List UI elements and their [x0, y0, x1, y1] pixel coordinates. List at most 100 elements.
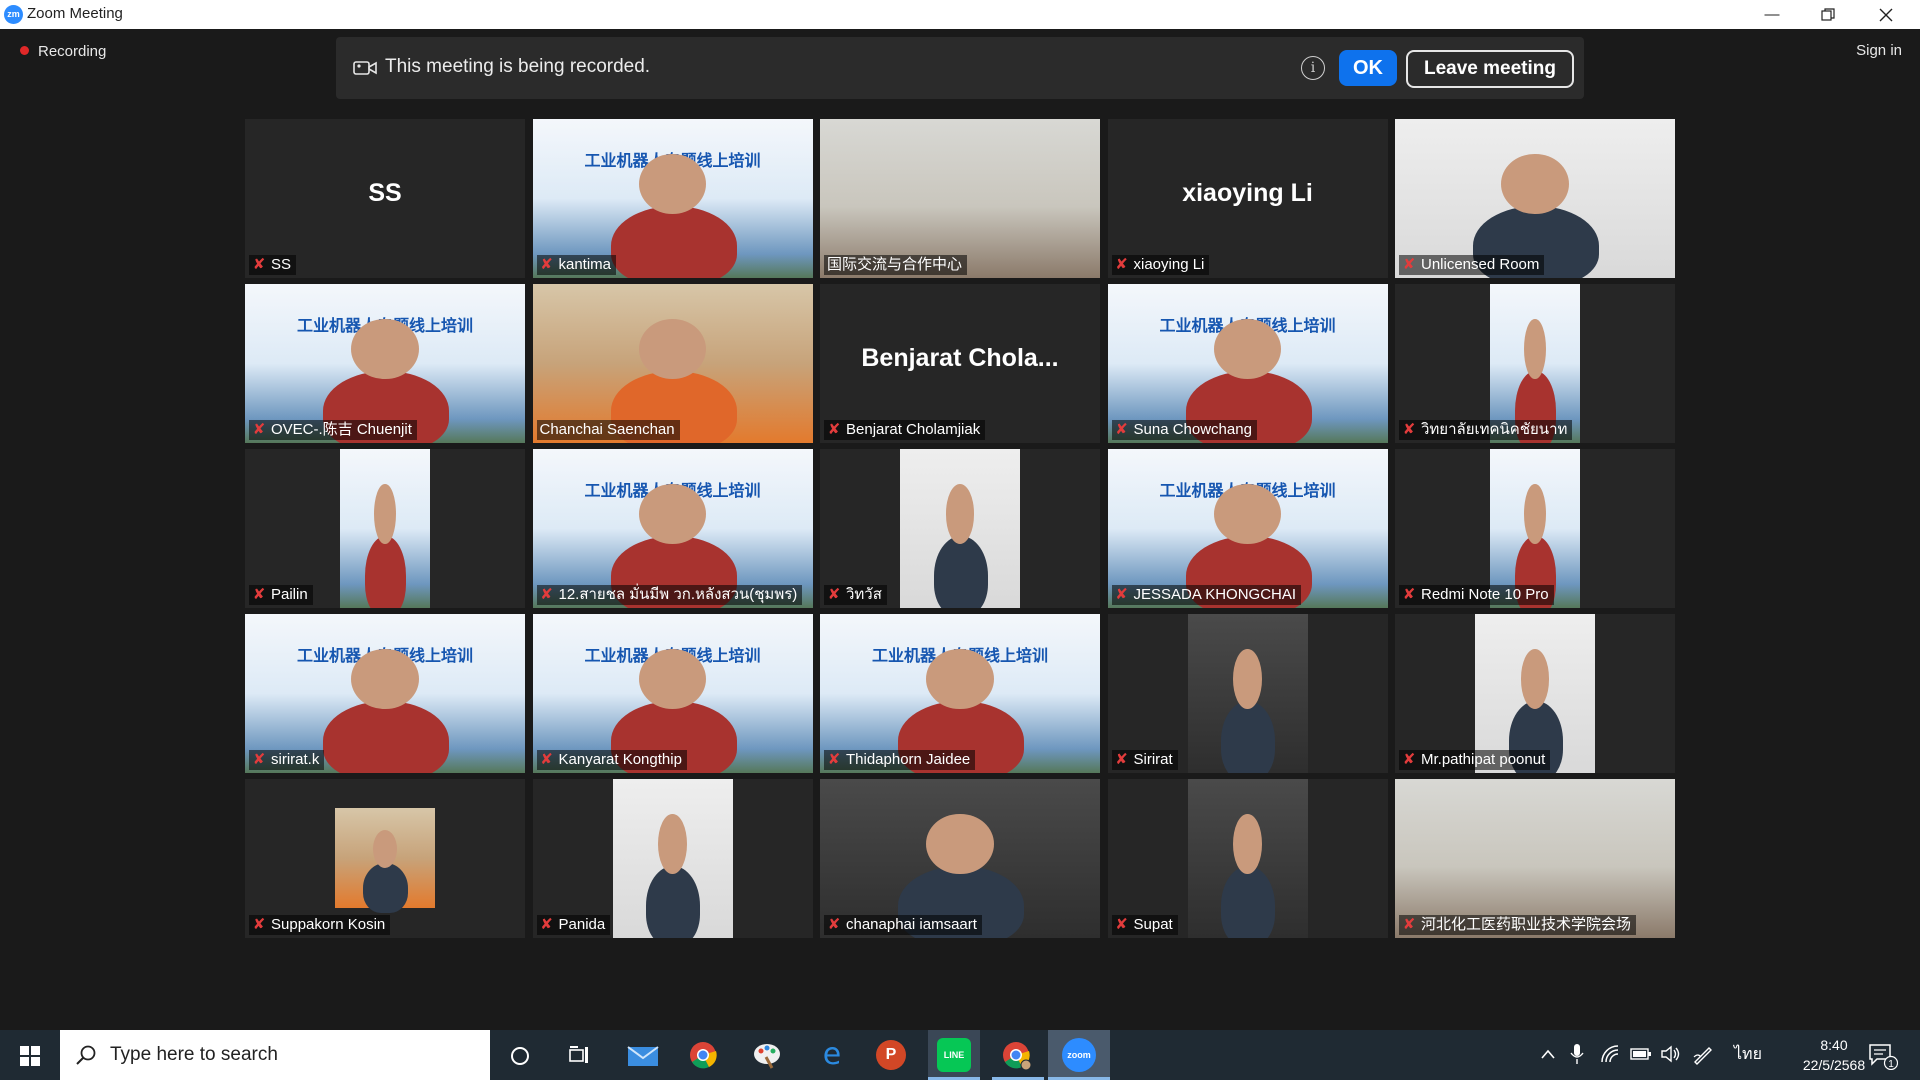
participant-name: Mr.pathipat poonut: [1421, 751, 1546, 768]
microphone-icon[interactable]: [1570, 1043, 1584, 1065]
show-hidden-icons-chevron-icon[interactable]: [1540, 1048, 1556, 1060]
participant-name: sirirat.k: [271, 751, 320, 768]
participant-tile[interactable]: ✘ Unlicensed Room: [1395, 119, 1675, 278]
participant-video: [1187, 614, 1308, 773]
ok-button[interactable]: OK: [1339, 50, 1397, 86]
participant-tile[interactable]: 工业机器人专题线上培训✘sirirat.k: [245, 614, 525, 773]
participant-display-name: xiaoying Li: [1182, 179, 1313, 207]
participant-name-label: ✘ Suppakorn Kosin: [249, 915, 391, 935]
start-button[interactable]: [0, 1030, 60, 1080]
person-face: [374, 483, 396, 545]
person-silhouette: [1221, 866, 1276, 938]
zoom-icon[interactable]: zoom: [1062, 1038, 1096, 1072]
window-title: Zoom Meeting: [27, 5, 123, 22]
muted-microphone-icon: ✘: [827, 586, 841, 603]
chrome-profile-icon[interactable]: [1002, 1041, 1032, 1071]
participant-name-label: ✘ วิทวัส: [824, 585, 887, 605]
leave-meeting-button[interactable]: Leave meeting: [1406, 50, 1574, 88]
mail-icon[interactable]: [627, 1044, 659, 1068]
taskbar-clock[interactable]: 8:40 22/5/2568: [1794, 1035, 1874, 1075]
participant-name-label: ✘ Supat: [1111, 915, 1178, 935]
battery-icon[interactable]: [1630, 1047, 1652, 1061]
participant-tile[interactable]: ✘ วิทวัส: [820, 449, 1100, 608]
participant-name: Pailin: [271, 586, 308, 603]
cortana-icon[interactable]: [509, 1045, 531, 1067]
muted-microphone-icon: ✘: [1115, 421, 1128, 438]
participant-tile[interactable]: 工业机器人专题线上培训✘Kanyarat Kongthip: [532, 614, 813, 773]
participant-display-name: SS: [368, 179, 402, 207]
sign-in-link[interactable]: Sign in: [1856, 42, 1902, 59]
participant-tile[interactable]: 工业机器人专题线上培训✘12.สายชล มั่นมีพ วก.หลังสวน(…: [532, 449, 813, 608]
participant-tile[interactable]: ✘ chanaphai iamsaart: [820, 779, 1100, 938]
participant-name: วิทยาลัยเทคนิคชัยนาท: [1421, 421, 1568, 438]
participant-name-label: ✘ Thidaphorn Jaidee: [824, 750, 976, 770]
participant-tile[interactable]: xiaoying Li ✘ xiaoying Li: [1107, 119, 1388, 278]
recording-banner: This meeting is being recorded. i OK Lea…: [336, 37, 1584, 99]
powerpoint-icon[interactable]: P: [876, 1040, 906, 1070]
info-icon[interactable]: i: [1301, 56, 1325, 80]
participant-name: 12.สายชล มั่นมีพ วก.หลังสวน(ชุมพร): [558, 586, 798, 603]
participant-tile[interactable]: 工业机器人专题线上培训✘Suna Chowchang: [1107, 284, 1388, 443]
muted-microphone-icon: ✘: [827, 421, 841, 438]
close-icon[interactable]: [1858, 0, 1914, 29]
restore-icon[interactable]: [1800, 0, 1856, 29]
participant-tile[interactable]: ✘ Suppakorn Kosin: [245, 779, 525, 938]
input-language-indicator[interactable]: ไทย: [1734, 1030, 1762, 1080]
pen-workspace-icon[interactable]: [1692, 1043, 1714, 1065]
notifications-icon[interactable]: 1: [1868, 1042, 1898, 1070]
participant-display-name: Benjarat Chola...: [861, 344, 1059, 372]
taskbar-search-box[interactable]: Type here to search: [60, 1030, 490, 1080]
participant-tile[interactable]: ✘ Panida: [532, 779, 813, 938]
person-face: [1213, 318, 1282, 380]
participant-tile[interactable]: 工业机器人专题线上培训✘JESSADA KHONGCHAI: [1107, 449, 1388, 608]
participant-name-label: ✘ chanaphai iamsaart: [824, 915, 982, 935]
participant-tile[interactable]: ✘ 河北化工医药职业技术学院会场: [1395, 779, 1675, 938]
minimize-icon[interactable]: —: [1744, 0, 1800, 29]
task-view-icon[interactable]: [568, 1044, 590, 1066]
volume-icon[interactable]: [1660, 1045, 1682, 1063]
participant-tile[interactable]: ✘ Supat: [1107, 779, 1388, 938]
participant-tile[interactable]: ✘ Mr.pathipat poonut: [1395, 614, 1675, 773]
participant-tile[interactable]: ✘ วิทยาลัยเทคนิคชัยนาท: [1395, 284, 1675, 443]
line-icon[interactable]: LINE: [937, 1038, 971, 1072]
participant-tile[interactable]: 工业机器人专题线上培训✘kantima: [532, 119, 813, 278]
person-face: [1524, 483, 1546, 545]
person-silhouette: [365, 536, 406, 608]
participant-tile[interactable]: 工业机器人专题线上培训✘Thidaphorn Jaidee: [820, 614, 1100, 773]
participant-name: SS: [271, 256, 292, 273]
person-face: [638, 483, 707, 545]
participant-name-label: ✘ Redmi Note 10 Pro: [1399, 585, 1554, 605]
person-face: [926, 648, 994, 710]
participant-name: Suppakorn Kosin: [271, 916, 386, 933]
participant-tile[interactable]: ✘ Pailin: [245, 449, 525, 608]
participant-tile[interactable]: ✘ Redmi Note 10 Pro: [1395, 449, 1675, 608]
participant-tile[interactable]: ✘ Sirirat: [1107, 614, 1388, 773]
chrome-icon[interactable]: [689, 1041, 717, 1069]
network-icon[interactable]: [1600, 1044, 1622, 1064]
participant-name-label: Chanchai Saenchan: [536, 420, 680, 440]
recording-indicator[interactable]: Recording: [20, 43, 106, 60]
person-face: [1233, 648, 1262, 710]
participant-tile[interactable]: Chanchai Saenchan: [532, 284, 813, 443]
participant-name: Benjarat Cholamjiak: [846, 421, 981, 438]
person-face: [926, 813, 994, 875]
participant-name: Unlicensed Room: [1421, 256, 1540, 273]
edge-icon[interactable]: e: [815, 1038, 849, 1072]
participant-name: Kanyarat Kongthip: [558, 751, 682, 768]
participant-tile[interactable]: 国际交流与合作中心: [820, 119, 1100, 278]
person-face: [638, 318, 707, 380]
muted-microphone-icon: ✘: [1402, 751, 1416, 768]
person-silhouette: [363, 863, 408, 913]
recording-label: Recording: [38, 43, 107, 60]
clock-date: 22/5/2568: [1802, 1057, 1866, 1073]
participant-tile[interactable]: SS ✘ SS: [245, 119, 525, 278]
participant-name-label: ✘ Pailin: [249, 585, 313, 605]
muted-microphone-icon: ✘: [540, 256, 553, 273]
participant-tile[interactable]: Benjarat Chola... ✘ Benjarat Cholamjiak: [820, 284, 1100, 443]
muted-microphone-icon: ✘: [1402, 586, 1416, 603]
muted-microphone-icon: ✘: [1402, 916, 1416, 933]
paint-icon[interactable]: [752, 1041, 782, 1069]
participant-tile[interactable]: 工业机器人专题线上培训✘OVEC-.陈吉 Chuenjit: [245, 284, 525, 443]
recording-message: This meeting is being recorded.: [385, 56, 651, 77]
person-face: [373, 830, 397, 868]
